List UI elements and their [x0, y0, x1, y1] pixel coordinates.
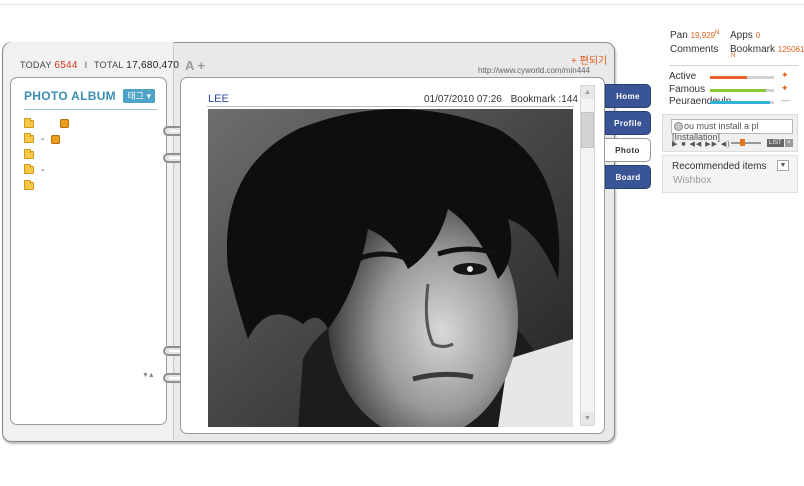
tab-home[interactable]: Home — [605, 84, 651, 108]
meter-bar — [710, 101, 774, 104]
bookmark-label: Bookmark — [730, 44, 776, 55]
font-size-button[interactable]: A + — [185, 58, 205, 73]
album-title: PHOTO ALBUM — [24, 89, 116, 103]
total-count: 17,680,470 — [126, 60, 180, 71]
today-label: TODAY — [20, 60, 52, 70]
cd-icon — [674, 122, 683, 131]
album-folder[interactable] — [24, 116, 69, 132]
minihompy-window: TODAY 6544 I TOTAL 17,680,470 PHOTO ALBU… — [0, 0, 804, 486]
meter-label: Active — [669, 71, 697, 82]
folder-icon — [24, 133, 34, 144]
trend-up-icon: ✦ — [781, 83, 789, 93]
post-author[interactable]: LEE — [208, 93, 229, 105]
folder-badge-icon — [51, 134, 61, 144]
comments-stat[interactable]: Comments — [670, 44, 718, 55]
player-controls[interactable]: ▶ ■ ◀◀ ▶▶ ◀) — [672, 140, 731, 148]
album-header: PHOTO ALBUM 태그 ▾ — [24, 88, 157, 110]
meter-fill — [710, 89, 767, 92]
bookmark-new-badge: N — [731, 53, 735, 64]
folder-label: - — [41, 164, 45, 176]
tab-photo[interactable]: Photo — [605, 138, 651, 162]
tab-board[interactable]: Board — [605, 165, 651, 189]
post-bookmark[interactable]: Bookmark :144 — [511, 94, 578, 105]
trend-up-icon: ✦ — [781, 70, 789, 80]
post-datetime: 01/07/2010 07:26 — [424, 94, 502, 105]
visit-counter: TODAY 6544 I TOTAL 17,680,470 — [20, 60, 179, 71]
apps-stat[interactable]: Apps 0 — [730, 30, 760, 41]
album-folder[interactable] — [24, 147, 69, 163]
edit-link[interactable]: + 편되기 — [571, 52, 607, 67]
bookmark-value: 1250618 — [777, 45, 804, 54]
top-divider — [0, 4, 804, 5]
pan-label: Pan — [670, 30, 688, 41]
pan-stat[interactable]: Pan 19,929N — [670, 30, 719, 41]
folder-label: - — [41, 133, 45, 145]
player-close-icon[interactable]: × — [785, 139, 793, 147]
scroll-thumb[interactable] — [581, 112, 594, 148]
album-folder[interactable] — [24, 178, 69, 194]
tag-button[interactable]: 태그 ▾ — [123, 89, 155, 103]
recommended-title: Recommended items — [672, 161, 767, 172]
volume-slider[interactable] — [731, 142, 761, 144]
meter-label: Famous — [669, 84, 706, 95]
homepage-url[interactable]: http://www.cyworld.com/min444 — [478, 66, 590, 75]
new-badge: N — [715, 30, 720, 36]
folder-badge-icon — [60, 119, 69, 129]
photo-scrollbar[interactable]: ▲ ▼ — [580, 85, 595, 426]
meter-bar — [710, 76, 774, 79]
scroll-up-icon[interactable]: ▲ — [581, 86, 594, 99]
volume-knob[interactable] — [740, 139, 745, 146]
sidebar-divider — [669, 65, 799, 66]
meter-fill — [710, 76, 748, 79]
post-divider — [207, 106, 574, 107]
post-meta: 01/07/2010 07:26 Bookmark :144 — [424, 94, 578, 105]
tab-profile[interactable]: Profile — [605, 111, 651, 135]
sort-arrows-icon[interactable]: ▼▲ — [142, 372, 155, 379]
folder-icon — [24, 179, 34, 190]
apps-label: Apps — [730, 30, 753, 41]
folder-icon — [24, 164, 34, 175]
portrait-image — [208, 109, 573, 427]
apps-value: 0 — [755, 31, 761, 40]
counter-separator: I — [84, 60, 88, 70]
new-badge: N — [731, 53, 736, 59]
folder-tree: -- — [24, 116, 69, 194]
album-photo[interactable] — [208, 109, 573, 427]
bookmark-stat[interactable]: Bookmark 1250618 — [730, 44, 804, 55]
pan-value: 19,929 — [690, 31, 716, 40]
total-label: TOTAL — [94, 60, 124, 70]
wishbox-link[interactable]: Wishbox — [673, 175, 711, 186]
comments-label: Comments — [670, 44, 719, 55]
folder-icon — [24, 117, 34, 128]
trend-flat-icon: — — [781, 95, 790, 105]
album-folder[interactable]: - — [24, 132, 69, 148]
scroll-down-icon[interactable]: ▼ — [581, 412, 594, 425]
playlist-button[interactable]: LIST — [767, 139, 784, 147]
folder-icon — [24, 148, 34, 159]
chevron-down-icon[interactable]: ▼ — [777, 160, 789, 171]
meter-fill — [710, 101, 771, 104]
album-folder[interactable]: - — [24, 163, 69, 179]
meter-bar — [710, 89, 774, 92]
today-count: 6544 — [54, 60, 78, 71]
